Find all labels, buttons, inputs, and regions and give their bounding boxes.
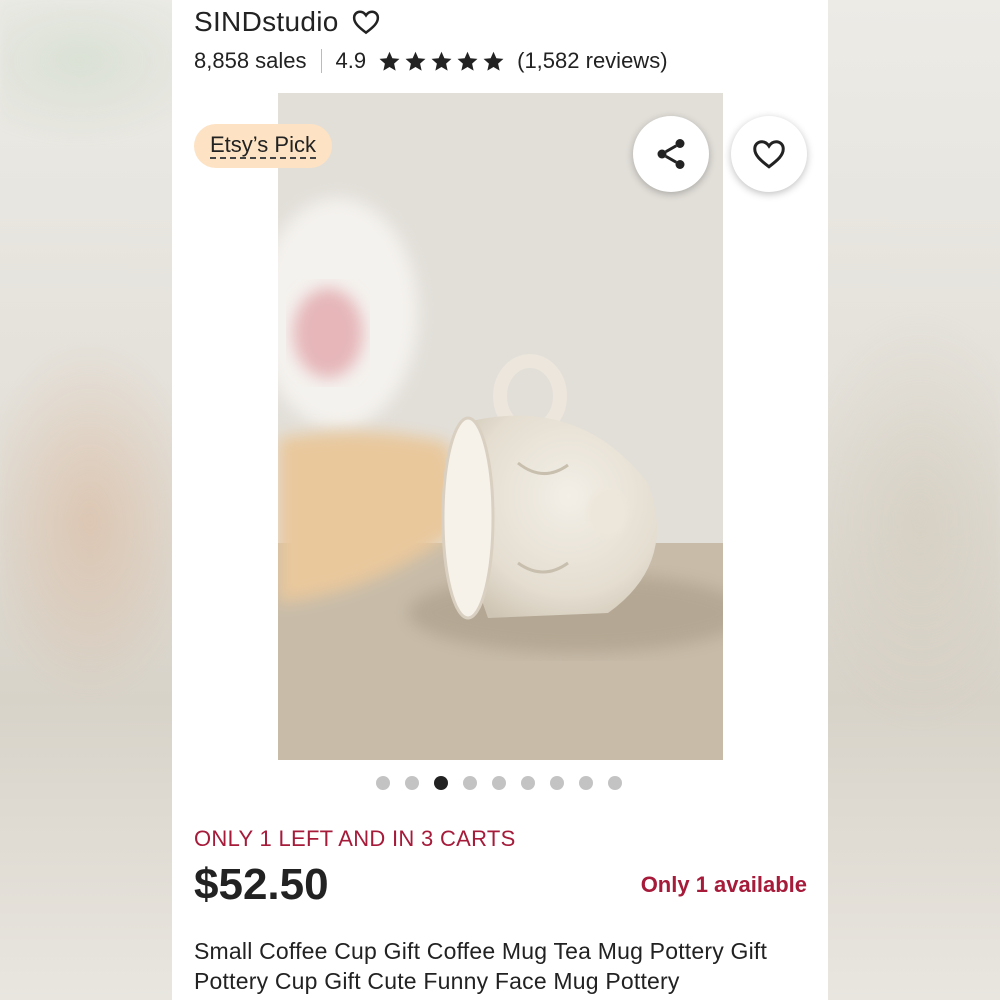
- rating-value: 4.9: [335, 48, 367, 73]
- carousel-dot[interactable]: [492, 776, 506, 790]
- carousel-dot[interactable]: [405, 776, 419, 790]
- favorite-button[interactable]: [731, 116, 807, 192]
- carousel-dot[interactable]: [376, 776, 390, 790]
- carousel-dot[interactable]: [579, 776, 593, 790]
- carousel-dot[interactable]: [521, 776, 535, 790]
- star-icon: [379, 51, 400, 71]
- carousel-dot[interactable]: [608, 776, 622, 790]
- shop-header: SINDstudio: [194, 6, 381, 38]
- product-photo[interactable]: [278, 93, 723, 760]
- listing-title: Small Coffee Cup Gift Coffee Mug Tea Mug…: [194, 938, 768, 994]
- share-icon: [657, 139, 685, 169]
- review-count[interactable]: (1,582 reviews): [517, 48, 667, 74]
- share-button[interactable]: [633, 116, 709, 192]
- availability-label: Only 1 available: [640, 872, 807, 897]
- carousel-dots: [376, 776, 622, 790]
- divider: [320, 49, 322, 73]
- price: $52.50: [194, 860, 329, 909]
- badge-label: Etsy’s Pick: [210, 132, 316, 159]
- star-icon: [483, 51, 504, 71]
- sales-count: 8,858 sales: [194, 48, 307, 73]
- star-icon: [457, 51, 478, 71]
- etsys-pick-badge[interactable]: Etsy’s Pick: [194, 124, 332, 168]
- shop-name[interactable]: SINDstudio: [194, 6, 339, 38]
- rating-stars: [378, 50, 505, 73]
- carousel-dot[interactable]: [463, 776, 477, 790]
- heart-outline-icon: [753, 140, 785, 169]
- carousel-dot[interactable]: [434, 776, 448, 790]
- star-icon: [431, 51, 452, 71]
- scarcity-message: ONLY 1 LEFT AND IN 3 CARTS: [194, 826, 516, 851]
- carousel-dot[interactable]: [550, 776, 564, 790]
- listing-card: SINDstudio 8,858 sales 4.9 (1,582 review…: [172, 0, 828, 1000]
- shop-stats: 8,858 sales 4.9 (1,582 reviews): [194, 48, 668, 74]
- heart-outline-icon[interactable]: [351, 7, 381, 37]
- mug-illustration: [278, 93, 723, 760]
- star-icon: [405, 51, 426, 71]
